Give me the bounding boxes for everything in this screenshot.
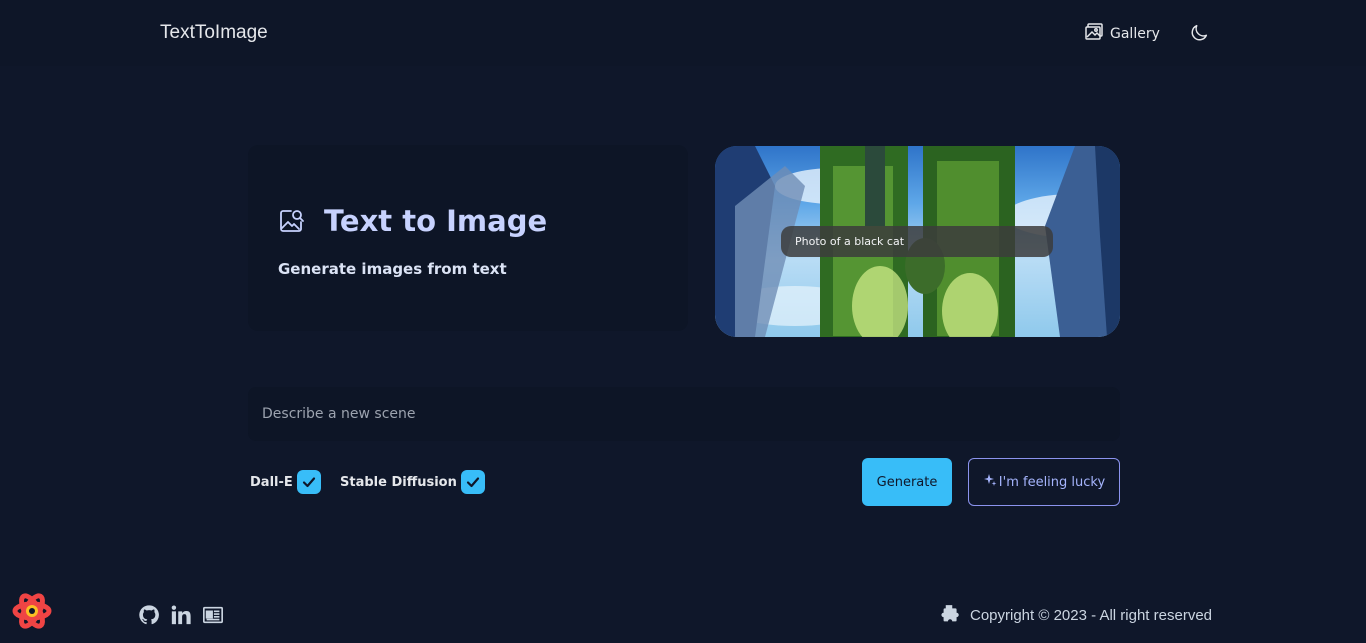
feeling-lucky-label: I'm feeling lucky <box>998 474 1106 490</box>
gallery-link[interactable]: Gallery <box>1084 22 1160 46</box>
newspaper-icon[interactable] <box>202 604 224 630</box>
linkedin-icon[interactable] <box>170 604 192 630</box>
github-icon[interactable] <box>138 604 160 630</box>
image-search-icon <box>278 207 306 239</box>
puzzle-icon <box>936 603 962 633</box>
sparkle-icon <box>983 473 997 491</box>
model-option-stable-diffusion: Stable Diffusion <box>340 470 485 494</box>
feeling-lucky-button[interactable]: I'm feeling lucky <box>968 458 1120 506</box>
gallery-icon <box>1084 22 1104 46</box>
dalle-checkbox[interactable] <box>296 470 321 494</box>
react-logo-icon <box>12 591 52 635</box>
check-icon <box>302 477 315 488</box>
check-icon <box>466 477 479 488</box>
navbar: TextToImage Gallery <box>0 0 1366 66</box>
scene-input[interactable] <box>248 387 1120 441</box>
brand-title[interactable]: TextToImage <box>160 22 268 44</box>
moon-icon[interactable] <box>1188 22 1210 44</box>
model-label-dalle: Dall-E <box>250 474 293 490</box>
hero-subtitle: Generate images from text <box>278 260 507 278</box>
gallery-label: Gallery <box>1110 26 1160 42</box>
hero-card <box>248 145 688 331</box>
model-label-stable-diffusion: Stable Diffusion <box>340 474 457 490</box>
copyright-text: Copyright © 2023 - All right reserved <box>970 607 1212 624</box>
hero-title: Text to Image <box>324 204 548 238</box>
generate-button[interactable]: Generate <box>862 458 952 506</box>
prompt-overlay: Photo of a black cat <box>781 226 1053 257</box>
model-option-dalle: Dall-E <box>250 470 321 494</box>
stable-diffusion-checkbox[interactable] <box>460 470 485 494</box>
